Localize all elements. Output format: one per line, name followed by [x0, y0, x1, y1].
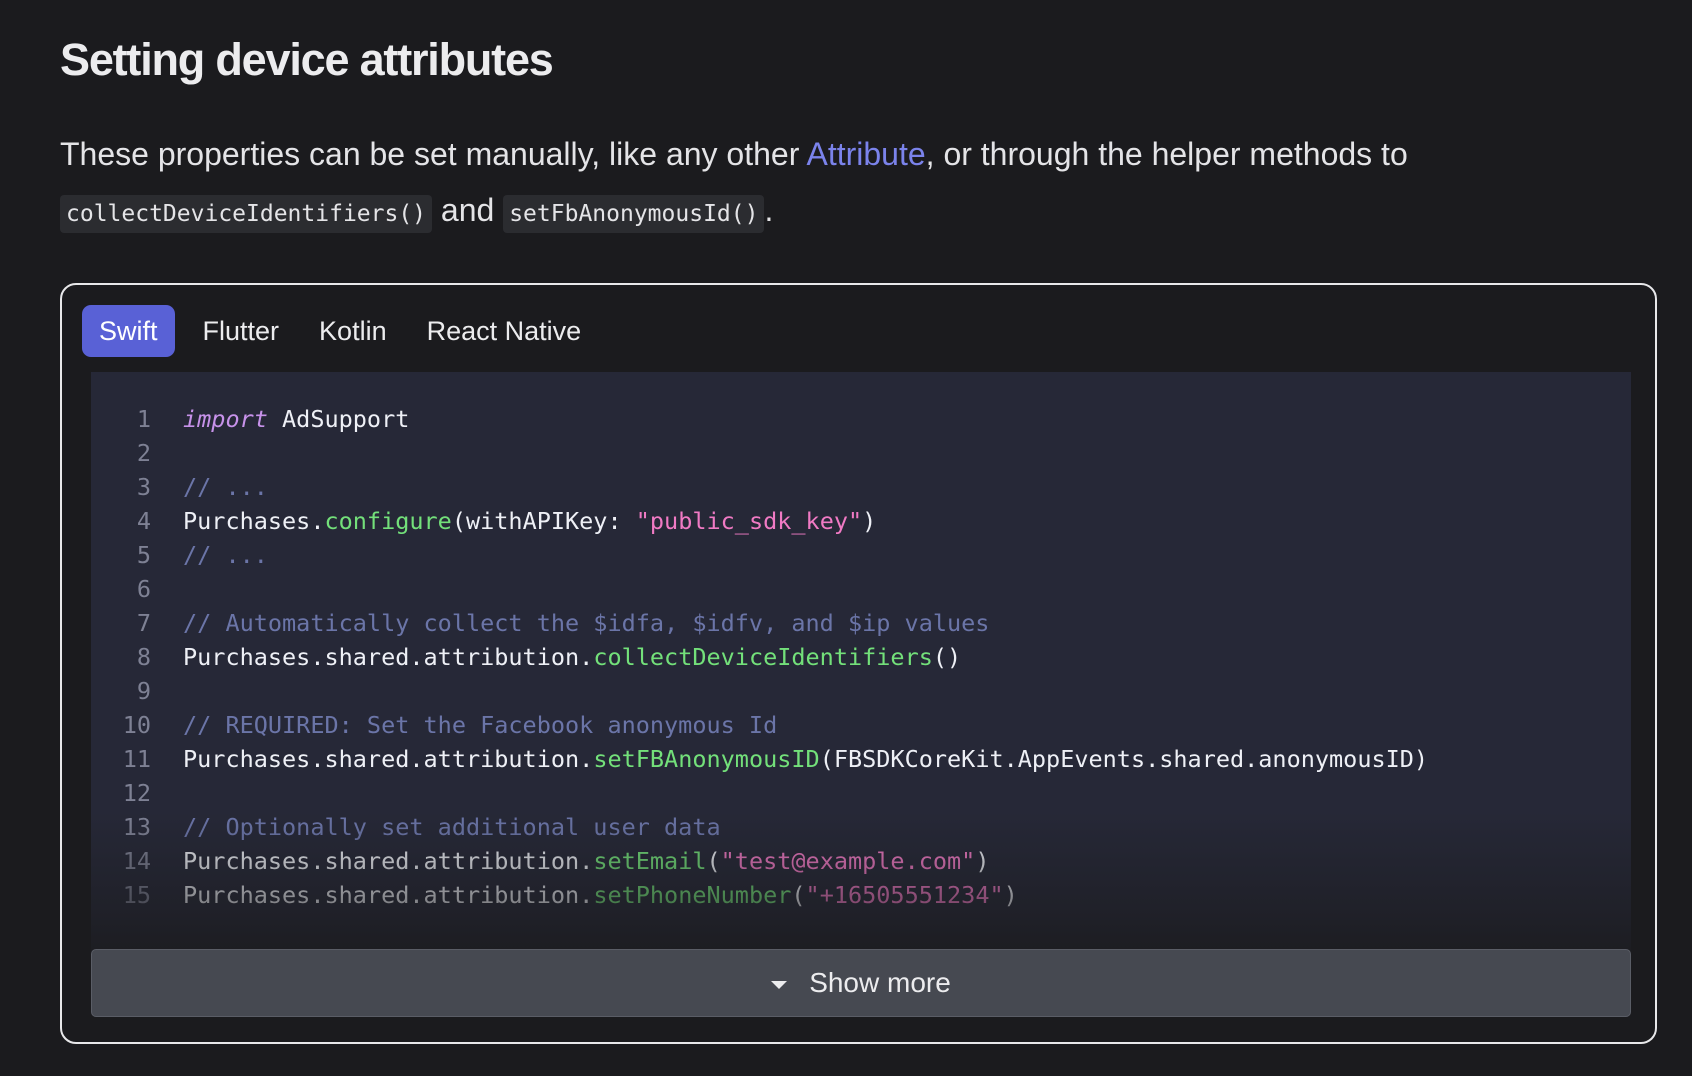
code-line: 12: [91, 776, 1428, 810]
code-line: 10 // REQUIRED: Set the Facebook anonymou…: [91, 708, 1428, 742]
intro-text-before-link: These properties can be set manually, li…: [60, 136, 807, 172]
show-more-label: Show more: [809, 967, 951, 998]
code-token: configure: [324, 507, 452, 535]
code-line: 14 Purchases.shared.attribution.setEmail(…: [91, 844, 1428, 878]
code-token: AdSupport: [267, 405, 410, 433]
line-number: 5: [136, 541, 151, 569]
code-token: setEmail: [593, 847, 707, 875]
code-token: ): [1003, 881, 1018, 909]
code-source: Purchases.shared.attribution.collectDevi…: [183, 640, 961, 674]
tab-kotlin[interactable]: Kotlin: [299, 305, 407, 357]
code-token: setFBAnonymousID: [593, 745, 820, 773]
code-token: // Automatically collect the $idfa, $idf…: [183, 609, 990, 637]
code-source: import AdSupport: [183, 402, 409, 436]
code-line: 2: [91, 436, 1428, 470]
code-token: // REQUIRED: Set the Facebook anonymous …: [183, 711, 778, 739]
line-number: 1: [136, 405, 151, 433]
code-token: "test@example.com": [720, 847, 976, 875]
code-source: Purchases.shared.attribution.setFBAnonym…: [183, 742, 1428, 776]
code-block: 1 import AdSupport 2 3 // ... 4 Purchases.conf…: [91, 372, 1631, 952]
tab-react-native[interactable]: React Native: [407, 305, 602, 357]
code-line: 6: [91, 572, 1428, 606]
code-source: Purchases.shared.attribution.setPhoneNum…: [183, 878, 1018, 912]
code-token: ): [975, 847, 990, 875]
code-line: 8 Purchases.shared.attribution.collectDev…: [91, 640, 1428, 674]
code-token: ): [862, 507, 877, 535]
line-number: 12: [122, 779, 151, 807]
code-token: // ...: [183, 541, 268, 569]
code-line: 5 // ...: [91, 538, 1428, 572]
code-token: setPhoneNumber: [593, 881, 792, 909]
code-token: Purchases.shared.attribution.: [183, 745, 594, 773]
code-token: collectDeviceIdentifiers: [593, 643, 933, 671]
code-token: // Optionally set additional user data: [183, 813, 721, 841]
code-source: Purchases.shared.attribution.setEmail("t…: [183, 844, 989, 878]
inline-code-collect-device-identifiers: collectDeviceIdentifiers(): [60, 195, 433, 233]
line-number: 2: [136, 439, 151, 467]
intro-conjunction: and: [432, 192, 504, 228]
line-number: 14: [122, 847, 151, 875]
code-source: // Optionally set additional user data: [183, 810, 721, 844]
code-source: // REQUIRED: Set the Facebook anonymous …: [183, 708, 777, 742]
line-number: 3: [136, 473, 151, 501]
code-source: // ...: [183, 538, 268, 572]
code-token: (): [932, 643, 962, 671]
intro-text-after-link: , or through the helper methods to: [925, 136, 1408, 172]
code-line: 9: [91, 674, 1428, 708]
line-number: 4: [136, 507, 151, 535]
tab-swift[interactable]: Swift: [82, 305, 175, 357]
tab-flutter[interactable]: Flutter: [183, 305, 300, 357]
line-number: 15: [122, 881, 151, 909]
code-line: 15 Purchases.shared.attribution.setPhoneN…: [91, 878, 1428, 912]
caret-down-icon: [771, 981, 788, 989]
section-heading: Setting device attributes: [60, 34, 554, 85]
code-line: 11 Purchases.shared.attribution.setFBAnon…: [91, 742, 1428, 776]
line-number: 6: [136, 575, 151, 603]
intro-period: .: [764, 192, 774, 228]
intro-paragraph: These properties can be set manually, li…: [60, 126, 1660, 242]
code-token: (FBSDKCoreKit.AppEvents.shared.anonymous…: [819, 745, 1429, 773]
code-line: 4 Purchases.configure(withAPIKey: "public…: [91, 504, 1428, 538]
code-source: Purchases.configure(withAPIKey: "public_…: [183, 504, 876, 538]
code-token: (: [791, 881, 806, 909]
code-token: import: [183, 405, 268, 433]
code-token: Purchases.: [183, 507, 325, 535]
code-token: (withAPIKey:: [451, 507, 636, 535]
show-more-button[interactable]: Show more: [91, 949, 1631, 1017]
line-number: 7: [136, 609, 151, 637]
code-source: // Automatically collect the $idfa, $idf…: [183, 606, 989, 640]
line-number: 10: [122, 711, 151, 739]
code-example-card: Swift Flutter Kotlin React Native 1 impor…: [60, 283, 1657, 1044]
code-token: (: [706, 847, 721, 875]
code-line: 7 // Automatically collect the $idfa, $id…: [91, 606, 1428, 640]
code-token: Purchases.shared.attribution.: [183, 847, 594, 875]
line-number: 13: [122, 813, 151, 841]
code-token: "public_sdk_key": [635, 507, 863, 535]
code-line: 3 // ...: [91, 470, 1428, 504]
code-token: "+16505551234": [805, 881, 1004, 909]
code-lines: 1 import AdSupport 2 3 // ... 4 Purchases.conf…: [91, 402, 1428, 912]
line-number: 9: [136, 677, 151, 705]
code-token: Purchases.shared.attribution.: [183, 643, 594, 671]
code-source: // ...: [183, 470, 268, 504]
code-token: // ...: [183, 473, 268, 501]
language-tabs: Swift Flutter Kotlin React Native: [82, 305, 601, 357]
inline-code-set-fb-anonymous-id: setFbAnonymousId(): [503, 195, 765, 233]
attribute-link[interactable]: Attribute: [806, 136, 925, 172]
line-number: 11: [122, 745, 151, 773]
code-line: 1 import AdSupport: [91, 402, 1428, 436]
line-number: 8: [136, 643, 151, 671]
code-token: Purchases.shared.attribution.: [183, 881, 594, 909]
code-line: 13 // Optionally set additional user data: [91, 810, 1428, 844]
